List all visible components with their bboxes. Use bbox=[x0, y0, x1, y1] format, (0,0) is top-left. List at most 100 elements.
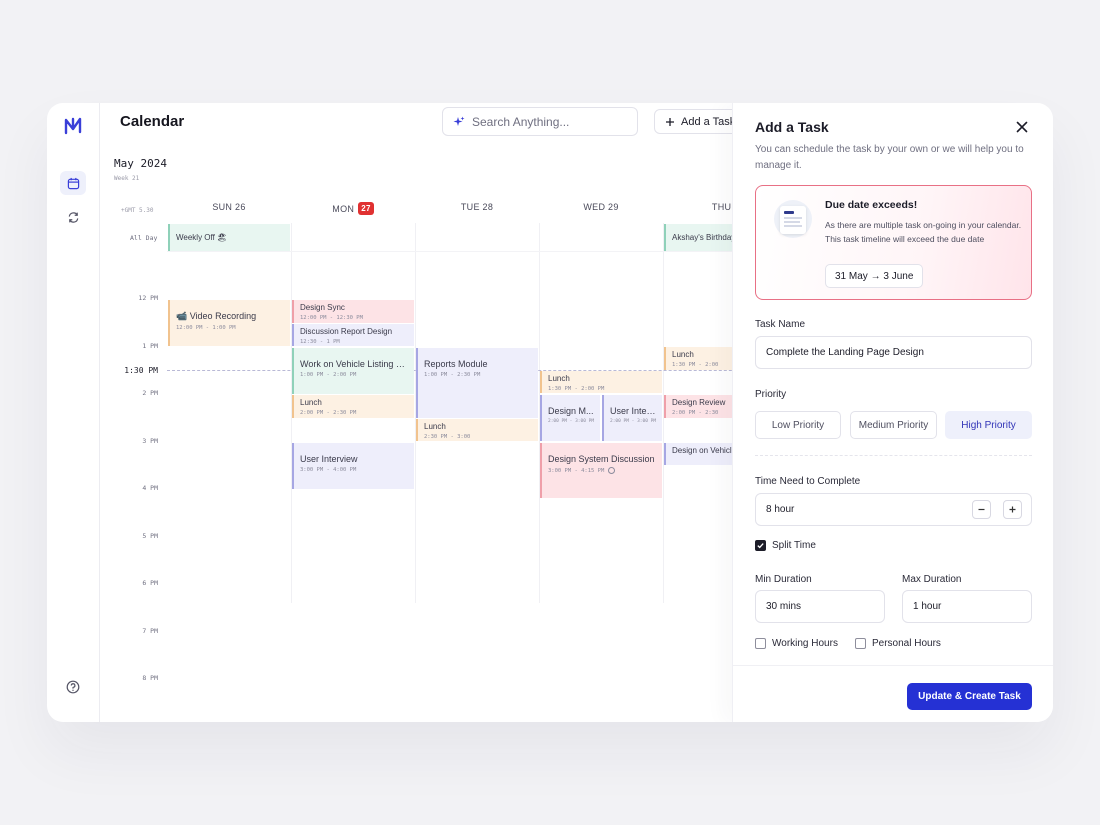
hour-label: 7 PM bbox=[142, 627, 158, 635]
event-title: Weekly Off 🏖 bbox=[176, 233, 228, 242]
sparkle-icon bbox=[453, 116, 465, 126]
event-video-recording[interactable]: 📹 Video Recording 12:00 PM - 1:00 PM bbox=[168, 300, 290, 346]
event-design-m[interactable]: Design M... 2:00 PM - 3:00 PM bbox=[540, 395, 600, 441]
help-button[interactable] bbox=[60, 675, 86, 699]
event-design-sync[interactable]: Design Sync 12:00 PM - 12:30 PM bbox=[292, 300, 414, 323]
panel-subtitle: You can schedule the task by your own or… bbox=[755, 144, 1024, 171]
event-time: 12:00 PM - 12:30 PM bbox=[300, 315, 363, 321]
split-time-label: Split Time bbox=[772, 540, 816, 551]
min-duration-input[interactable]: 30 mins bbox=[755, 590, 885, 623]
event-time: 2:00 PM - 3:00 PM bbox=[548, 419, 595, 424]
event-title: Discussion Report Design bbox=[300, 327, 393, 336]
sidebar-rail bbox=[47, 103, 100, 722]
alert-date-range[interactable]: 31 May → 3 June bbox=[825, 264, 924, 288]
event-vehicle-listing[interactable]: Work on Vehicle Listing D... 1:00 PM - 2… bbox=[292, 348, 414, 394]
event-time: 2:00 PM - 2:30 PM bbox=[300, 410, 357, 416]
day-header-tue[interactable]: TUE 28 bbox=[415, 202, 539, 212]
event-time: 1:30 PM - 2:00 PM bbox=[548, 386, 605, 392]
personal-hours-checkbox[interactable] bbox=[855, 638, 866, 649]
add-task-label: Add a Task bbox=[681, 115, 736, 128]
task-name-input[interactable]: Complete the Landing Page Design bbox=[755, 336, 1032, 369]
low-priority-button[interactable]: Low Priority bbox=[755, 411, 841, 439]
info-icon bbox=[607, 467, 615, 474]
calendar-icon bbox=[67, 177, 79, 189]
sync-nav-button[interactable] bbox=[60, 205, 86, 229]
event-weekly-off[interactable]: Weekly Off 🏖 bbox=[168, 224, 290, 251]
hour-label: 6 PM bbox=[142, 579, 158, 587]
add-task-panel: Add a Task You can schedule the task by … bbox=[732, 103, 1053, 722]
day-label: MON bbox=[332, 203, 355, 214]
event-title: Design Sync bbox=[300, 303, 345, 312]
timezone-label: +GMT 5.30 bbox=[121, 207, 154, 214]
priority-label: Priority bbox=[755, 389, 787, 400]
app-logo-icon[interactable] bbox=[62, 115, 84, 137]
time-value: 8 hour bbox=[766, 504, 795, 515]
event-title: Lunch bbox=[548, 374, 570, 383]
max-duration-label: Max Duration bbox=[902, 574, 962, 585]
sync-icon bbox=[68, 211, 78, 223]
calendar-window: Calendar Search Anything... Add a Task M… bbox=[47, 103, 1053, 722]
event-user-inter[interactable]: User Inter... 2:00 PM - 3:00 PM bbox=[602, 395, 662, 441]
medium-priority-button[interactable]: Medium Priority bbox=[850, 411, 937, 439]
event-time: 1:00 PM - 2:30 PM bbox=[424, 372, 481, 378]
alert-body: As there are multiple task on-going in y… bbox=[825, 220, 1022, 244]
event-time: 3:00 PM - 4:00 PM bbox=[300, 467, 357, 473]
event-time: 12:00 PM - 1:00 PM bbox=[176, 325, 236, 331]
day-label: TUE 28 bbox=[460, 202, 494, 212]
event-time: 2:00 PM - 3:00 PM bbox=[610, 419, 657, 424]
day-header-mon[interactable]: MON 27 bbox=[291, 202, 415, 215]
hour-label: 8 PM bbox=[142, 674, 158, 682]
event-lunch-mon[interactable]: Lunch 2:00 PM - 2:30 PM bbox=[292, 395, 414, 418]
grid-divider bbox=[167, 251, 782, 252]
working-hours-checkbox[interactable] bbox=[755, 638, 766, 649]
plus-icon bbox=[1009, 506, 1016, 513]
section-divider bbox=[755, 455, 1032, 456]
event-time: 3:00 PM - 4:15 PM bbox=[548, 467, 656, 474]
event-time: 2:30 PM - 3:00 bbox=[424, 434, 471, 440]
search-placeholder: Search Anything... bbox=[472, 114, 570, 129]
event-design-system[interactable]: Design System Discussion 3:00 PM - 4:15 … bbox=[540, 443, 662, 498]
event-title: Design M... bbox=[548, 406, 594, 416]
panel-title: Add a Task bbox=[755, 119, 829, 135]
calendar-nav-button[interactable] bbox=[60, 171, 86, 195]
hour-label: 2 PM bbox=[142, 389, 158, 397]
current-time-label: 1:30 PM bbox=[124, 366, 158, 375]
event-lunch-tue[interactable]: Lunch 2:30 PM - 3:00 bbox=[416, 419, 538, 441]
day-header-sun[interactable]: SUN 26 bbox=[167, 202, 291, 212]
high-priority-button[interactable]: High Priority bbox=[945, 411, 1032, 439]
increment-button[interactable] bbox=[1003, 500, 1022, 519]
max-duration-input[interactable]: 1 hour bbox=[902, 590, 1032, 623]
day-label: WED 29 bbox=[583, 202, 619, 212]
split-time-checkbox[interactable] bbox=[755, 540, 766, 551]
event-title: 📹 Video Recording bbox=[176, 311, 257, 321]
event-title: User Interview bbox=[300, 454, 358, 464]
event-user-interview[interactable]: User Interview 3:00 PM - 4:00 PM bbox=[292, 443, 414, 489]
hour-label: 1 PM bbox=[142, 342, 158, 350]
event-title: Lunch bbox=[300, 398, 322, 407]
event-time: 1:00 PM - 2:00 PM bbox=[300, 372, 357, 378]
event-title: Reports Module bbox=[424, 359, 488, 369]
close-icon[interactable] bbox=[1014, 119, 1030, 135]
month-label: May 2024 bbox=[114, 157, 167, 170]
today-badge: 27 bbox=[358, 202, 374, 215]
min-duration-label: Min Duration bbox=[755, 574, 812, 585]
event-lunch-wed[interactable]: Lunch 1:30 PM - 2:00 PM bbox=[540, 371, 662, 393]
event-discussion-report[interactable]: Discussion Report Design 12:30 - 1 PM bbox=[292, 324, 414, 346]
day-header-wed[interactable]: WED 29 bbox=[539, 202, 663, 212]
update-create-task-button[interactable]: Update & Create Task bbox=[907, 683, 1032, 710]
event-title: Work on Vehicle Listing D... bbox=[300, 359, 408, 369]
event-reports-module[interactable]: Reports Module 1:00 PM - 2:30 PM bbox=[416, 348, 538, 418]
help-icon bbox=[66, 680, 80, 694]
panel-footer: Update & Create Task bbox=[733, 665, 1053, 722]
event-title: Design System Discussion bbox=[548, 454, 655, 464]
event-title: User Inter... bbox=[610, 406, 656, 416]
checkmark-icon bbox=[757, 543, 764, 549]
decrement-button[interactable] bbox=[972, 500, 991, 519]
search-input[interactable]: Search Anything... bbox=[442, 107, 638, 136]
due-date-alert: Due date exceeds! As there are multiple … bbox=[755, 185, 1032, 300]
working-hours-label: Working Hours bbox=[772, 638, 838, 649]
event-time: 12:30 - 1 PM bbox=[300, 339, 340, 345]
minus-icon bbox=[978, 508, 985, 511]
hour-label: 4 PM bbox=[142, 484, 158, 492]
page-title: Calendar bbox=[120, 113, 185, 130]
